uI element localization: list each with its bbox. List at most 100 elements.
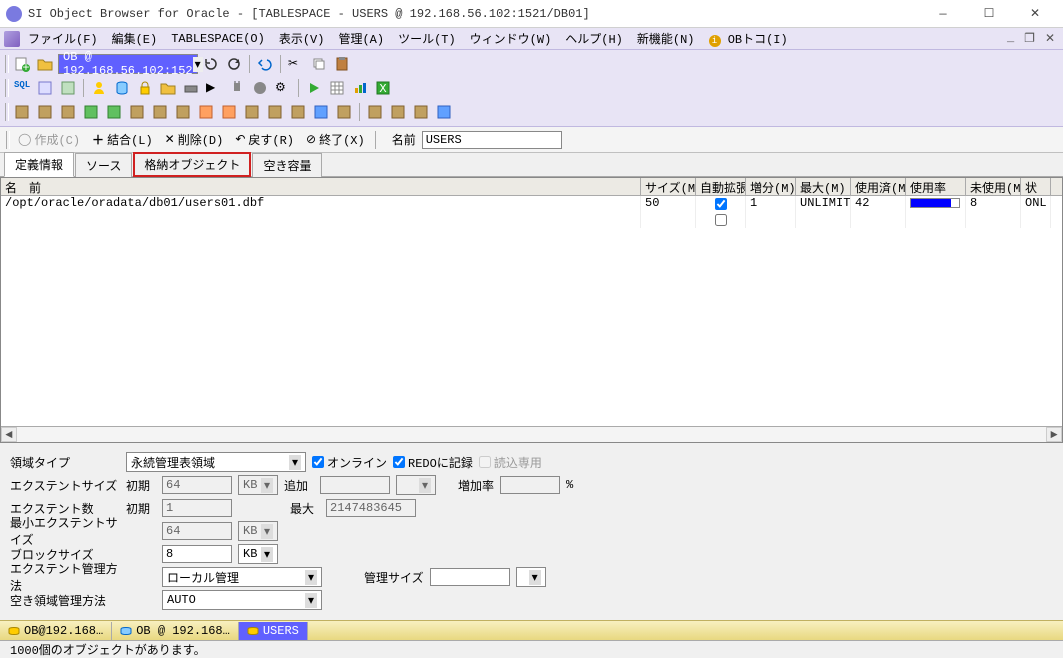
col-size[interactable]: サイズ(M) [641, 178, 696, 195]
name-input[interactable] [422, 131, 562, 149]
toolbar-grip[interactable] [5, 103, 9, 121]
extent-mgmt-select[interactable]: ローカル管理 [162, 567, 322, 587]
t3-9-icon[interactable] [196, 102, 216, 122]
refresh-icon[interactable] [201, 54, 221, 74]
tab-source[interactable]: ソース [75, 153, 132, 177]
folder-icon[interactable] [158, 78, 178, 98]
stop-icon[interactable] [250, 78, 270, 98]
table-row-empty[interactable] [1, 212, 1062, 228]
mgmt-size-input[interactable] [430, 568, 510, 586]
t3-4-icon[interactable] [81, 102, 101, 122]
object-icon[interactable] [58, 78, 78, 98]
online-checkbox[interactable] [312, 456, 324, 468]
block-size-input[interactable] [162, 545, 232, 563]
menu-new[interactable]: 新機能(N) [631, 28, 701, 49]
plug-icon[interactable] [227, 78, 247, 98]
copy-icon[interactable] [309, 54, 329, 74]
t3-8-icon[interactable] [173, 102, 193, 122]
bottom-tab-2[interactable]: USERS [239, 622, 308, 640]
col-name[interactable]: 名 前 [1, 178, 641, 195]
col-free[interactable]: 未使用(M) [966, 178, 1021, 195]
bottom-tab-1[interactable]: OB @ 192.168… [112, 622, 239, 640]
t3-18-icon[interactable] [411, 102, 431, 122]
arrow-icon[interactable]: ▶ [204, 78, 224, 98]
t3-12-icon[interactable] [265, 102, 285, 122]
toolbar-grip[interactable] [5, 55, 9, 73]
free-mgmt-select[interactable]: AUTO [162, 590, 322, 610]
menu-window[interactable]: ウィンドウ(W) [464, 28, 558, 49]
mgmt-size-unit[interactable] [516, 567, 546, 587]
redo-checkbox[interactable] [393, 456, 405, 468]
chart-icon[interactable] [350, 78, 370, 98]
col-max[interactable]: 最大(M) [796, 178, 851, 195]
t3-5-icon[interactable] [104, 102, 124, 122]
t3-14-icon[interactable] [311, 102, 331, 122]
menu-file[interactable]: ファイル(F) [22, 28, 104, 49]
col-inc[interactable]: 増分(M) [746, 178, 796, 195]
run-green-icon[interactable] [304, 78, 324, 98]
delete-button[interactable]: ✕ 削除(D) [161, 129, 228, 150]
open-icon[interactable] [35, 54, 55, 74]
block-size-unit[interactable]: KB [238, 544, 278, 564]
t3-1-icon[interactable] [12, 102, 32, 122]
autoext-checkbox[interactable] [715, 198, 727, 210]
cut-icon[interactable]: ✂ [286, 54, 306, 74]
menu-edit[interactable]: 編集(E) [106, 28, 164, 49]
region-type-select[interactable]: 永続管理表領域 [126, 452, 306, 472]
lock-icon[interactable] [135, 78, 155, 98]
t3-11-icon[interactable] [242, 102, 262, 122]
horizontal-scrollbar[interactable]: ◄► [1, 426, 1062, 442]
merge-button[interactable]: ＋ 結合(L) [88, 129, 157, 150]
menu-admin[interactable]: 管理(A) [332, 28, 390, 49]
action-grip[interactable] [6, 131, 10, 149]
menu-help[interactable]: ヘルプ(H) [559, 28, 629, 49]
toolbar-grip[interactable] [5, 79, 9, 97]
t3-2-icon[interactable] [35, 102, 55, 122]
paste-icon[interactable] [332, 54, 352, 74]
table-row[interactable]: /opt/oracle/oradata/db01/users01.dbf 50 … [1, 196, 1062, 212]
col-used[interactable]: 使用済(M) [851, 178, 906, 195]
t3-6-icon[interactable] [127, 102, 147, 122]
menu-tool[interactable]: ツール(T) [392, 28, 462, 49]
undo-icon[interactable] [255, 54, 275, 74]
mdi-minimize[interactable]: _ [1003, 31, 1018, 46]
menu-tablespace[interactable]: TABLESPACE(O) [165, 30, 271, 48]
t3-13-icon[interactable] [288, 102, 308, 122]
tab-stored-objects[interactable]: 格納オブジェクト [133, 152, 251, 177]
autoext-checkbox-empty[interactable] [715, 214, 727, 226]
t3-10-icon[interactable] [219, 102, 239, 122]
col-usage[interactable]: 使用率 [906, 178, 966, 195]
tab-definition[interactable]: 定義情報 [4, 152, 74, 177]
minimize-button[interactable]: — [921, 1, 965, 27]
maximize-button[interactable]: ☐ [967, 1, 1011, 27]
col-autoext[interactable]: 自動拡張 [696, 178, 746, 195]
t3-17-icon[interactable] [388, 102, 408, 122]
revert-button[interactable]: ↶ 戻す(R) [231, 129, 298, 150]
grid-icon[interactable] [327, 78, 347, 98]
db-icon[interactable] [112, 78, 132, 98]
t3-3-icon[interactable] [58, 102, 78, 122]
close-button[interactable]: ✕ [1013, 1, 1057, 27]
bottom-tab-0[interactable]: OB@192.168… [0, 622, 112, 640]
export-icon[interactable]: X [373, 78, 393, 98]
t3-19-icon[interactable] [434, 102, 454, 122]
t3-16-icon[interactable] [365, 102, 385, 122]
tab-free-space[interactable]: 空き容量 [252, 153, 322, 177]
t3-7-icon[interactable] [150, 102, 170, 122]
reload-icon[interactable] [224, 54, 244, 74]
user-icon[interactable] [89, 78, 109, 98]
col-stat[interactable]: 状 [1021, 178, 1051, 195]
app-menu-icon[interactable] [4, 31, 20, 47]
connection-combo[interactable]: OB @ 192.168.56.102:152 [58, 54, 198, 74]
gear-icon[interactable]: ⚙ [273, 78, 293, 98]
exit-button[interactable]: ⊘ 終了(X) [302, 129, 369, 150]
t3-15-icon[interactable] [334, 102, 354, 122]
menu-obtoko[interactable]: i OBトコ(I) [703, 28, 794, 49]
new-connection-icon[interactable]: + [12, 54, 32, 74]
script-icon[interactable] [35, 78, 55, 98]
mdi-close[interactable]: ✕ [1041, 31, 1059, 46]
disk-icon[interactable] [181, 78, 201, 98]
menu-view[interactable]: 表示(V) [273, 28, 331, 49]
mdi-restore[interactable]: ❐ [1020, 31, 1039, 46]
sql-icon[interactable]: SQL [12, 78, 32, 98]
